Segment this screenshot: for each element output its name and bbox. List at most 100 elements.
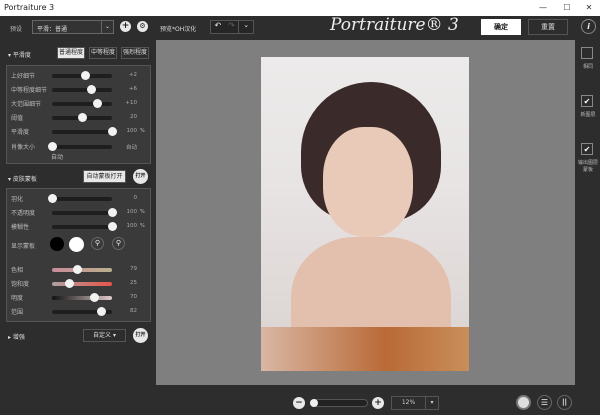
skirt (261, 327, 469, 371)
skin-0-slider[interactable] (48, 194, 112, 203)
add-preset-button[interactable]: + (120, 21, 131, 32)
smoothing-5-slider-knob[interactable] (48, 142, 57, 151)
color-2-slider[interactable] (52, 293, 112, 302)
enhance-section-toggle[interactable]: ▸ 增强 (8, 332, 25, 341)
skin-0-slider-knob[interactable] (48, 194, 57, 203)
window-title: Portraiture 3 (4, 3, 55, 12)
face (323, 127, 413, 237)
smoothing-section-toggle[interactable]: ▾ 平滑度 (8, 50, 31, 59)
skin-mask-toggle[interactable]: 打开 (133, 169, 148, 184)
enhance-toggle[interactable]: 打开 (133, 328, 148, 343)
undo-redo-group: ↶ ↷ ⌄ (210, 20, 254, 34)
smoothing-0-slider-knob[interactable] (81, 71, 90, 80)
single-view-icon[interactable] (516, 395, 531, 410)
chevron-down-icon: ▾ (425, 397, 438, 409)
skin-1-slider[interactable] (52, 208, 117, 217)
color-2-slider-knob[interactable] (90, 293, 99, 302)
smoothing-0-value: +2 (128, 72, 137, 78)
skin-mask-title: 皮肤蒙板 (12, 176, 37, 183)
chevron-down-icon: ▾ (112, 332, 116, 339)
auto-mask-button[interactable]: 自动蒙板打开 (83, 170, 126, 183)
skin-1-unit: % (140, 209, 145, 215)
smoothing-3-label: 阈值 (11, 115, 24, 122)
ok-button[interactable]: 确定 (481, 19, 521, 35)
chevron-down-icon: ⌄ (101, 21, 113, 33)
minimize-button[interactable]: — (532, 0, 554, 16)
smoothing-4-slider[interactable] (52, 127, 117, 136)
reset-button[interactable]: 重置 (528, 19, 568, 35)
color-0-slider[interactable] (52, 265, 112, 274)
color-0-value: 79 (130, 266, 137, 272)
portrait-size-sub: 自动 (51, 154, 64, 161)
color-3-label: 范围 (11, 309, 24, 316)
skin-2-unit: % (140, 223, 145, 229)
mask-black-swatch[interactable] (50, 237, 64, 251)
redo-icon[interactable]: ↷ (225, 21, 239, 33)
skin-1-value: 100 (126, 209, 138, 215)
right-checkbox-1[interactable]: ✔ (581, 95, 593, 107)
smoothing-4-value: 100 (126, 128, 138, 134)
color-1-value: 25 (130, 280, 137, 286)
right-checkbox-0[interactable] (581, 47, 593, 59)
chevron-down-icon[interactable]: ⌄ (238, 21, 253, 33)
smoothing-4-label: 平滑度 (11, 129, 30, 136)
mode-strong-button[interactable]: 强烈程度 (121, 47, 149, 59)
eyedropper-minus-icon[interactable]: ⚲ (112, 237, 125, 250)
zoom-out-button[interactable]: − (293, 397, 305, 409)
smoothing-1-value: +6 (128, 86, 137, 92)
zoom-slider-knob[interactable] (310, 399, 318, 407)
right-checkbox-label-2: 输出图层蒙板 (577, 160, 598, 173)
zoom-value: 12% (401, 399, 416, 406)
preset-value: 平滑：普通 (37, 26, 68, 33)
color-1-label: 饱和度 (11, 281, 30, 288)
preset-select[interactable]: 平滑：普通 ⌄ (32, 20, 114, 34)
skin-2-label: 模糊性 (11, 224, 30, 231)
color-1-slider[interactable] (52, 279, 112, 288)
zoom-select[interactable]: 12% ▾ (391, 396, 439, 410)
smoothing-3-slider[interactable] (52, 113, 112, 122)
smoothing-2-slider[interactable] (52, 99, 112, 108)
smoothing-1-label: 中等程度细节 (11, 87, 48, 94)
smoothing-0-label: 上好细节 (11, 73, 36, 80)
skin-2-slider[interactable] (52, 222, 117, 231)
smoothing-5-slider[interactable] (48, 142, 112, 151)
logo: Portraiture® 3 (330, 15, 459, 35)
maximize-button[interactable]: ☐ (556, 0, 578, 16)
undo-icon[interactable]: ↶ (211, 21, 225, 33)
mode-medium-button[interactable]: 中等程度 (89, 47, 117, 59)
smoothing-3-slider-knob[interactable] (78, 113, 87, 122)
smoothing-1-slider-knob[interactable] (87, 85, 96, 94)
split-horizontal-icon[interactable]: ☰ (537, 395, 552, 410)
split-vertical-icon[interactable]: || (557, 395, 572, 410)
smoothing-1-slider[interactable] (52, 85, 112, 94)
smoothing-title: 平滑度 (12, 52, 31, 59)
zoom-slider[interactable] (310, 399, 368, 407)
mode-normal-button[interactable]: 普通程度 (57, 47, 85, 59)
show-mask-label: 显示蒙板 (11, 243, 36, 250)
smoothing-0-slider[interactable] (52, 71, 112, 80)
close-button[interactable]: ✕ (578, 0, 600, 16)
smoothing-5-value: 自动 (125, 145, 137, 151)
zoom-in-button[interactable]: + (372, 397, 384, 409)
color-2-label: 明度 (11, 295, 24, 302)
enhance-title: 增强 (12, 334, 25, 341)
skin-2-value: 100 (126, 223, 138, 229)
right-checkbox-label-1: 新图层 (580, 112, 596, 118)
color-3-slider[interactable] (52, 307, 112, 316)
title-bar: Portraiture 3 (0, 0, 600, 16)
info-icon[interactable]: i (581, 19, 596, 34)
mask-white-swatch[interactable] (69, 237, 84, 252)
color-1-slider-knob[interactable] (64, 279, 74, 288)
skin-mask-section-toggle[interactable]: ▾ 皮肤蒙板 (8, 174, 37, 183)
eyedropper-icon[interactable]: ⚲ (91, 237, 104, 250)
gear-icon[interactable]: ⚙ (137, 21, 148, 32)
preview-label: 预览*OH汉化 (160, 26, 197, 33)
skin-0-label: 羽化 (11, 196, 24, 203)
enhance-preset-value: 自定义 (93, 332, 112, 339)
right-checkbox-label-0: 相同 (582, 64, 593, 70)
right-checkbox-2[interactable]: ✔ (581, 143, 593, 155)
smoothing-5-label: 肖像大小 (11, 144, 36, 151)
enhance-preset-select[interactable]: 自定义 ▾ (83, 329, 126, 342)
smoothing-2-slider-knob[interactable] (93, 99, 102, 108)
skin-1-label: 不透明度 (11, 210, 36, 217)
